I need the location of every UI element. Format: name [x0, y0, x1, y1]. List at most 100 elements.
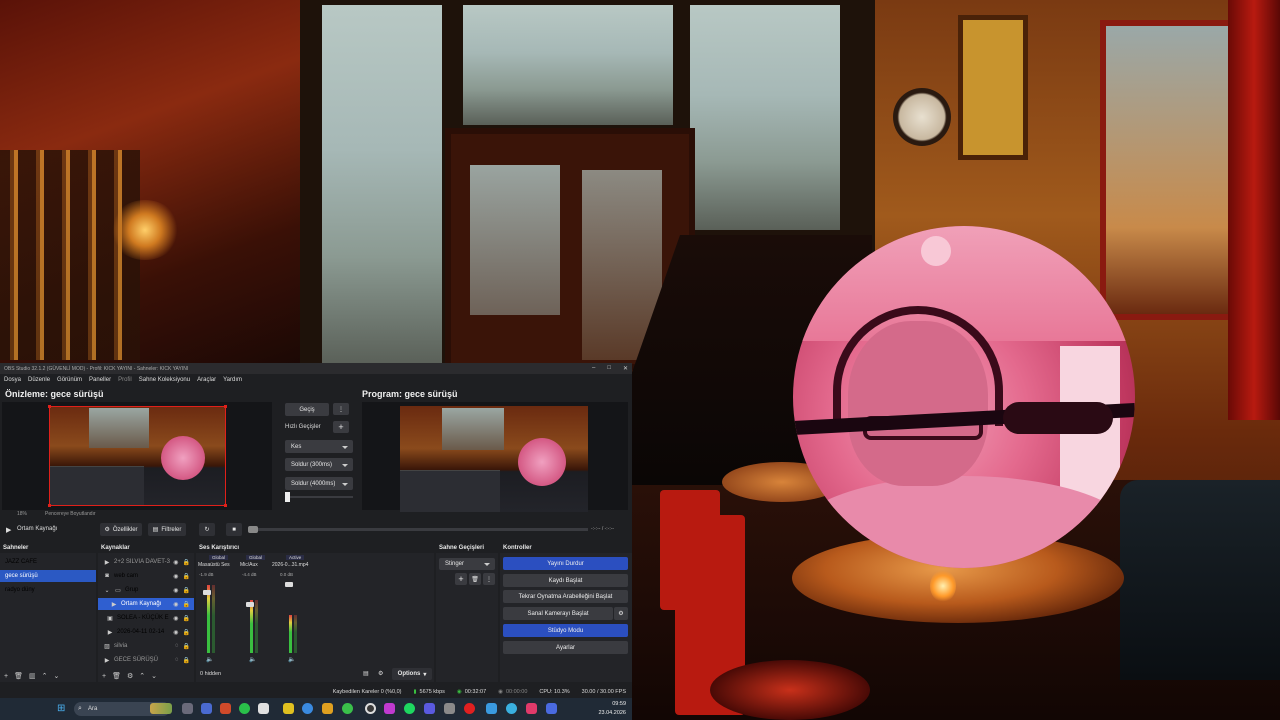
- down-icon[interactable]: ⌄: [53, 672, 59, 680]
- chevron-down-icon[interactable]: ⌄: [103, 587, 111, 594]
- properties-button[interactable]: ⚙ Özellikler: [100, 523, 142, 536]
- filter-icon[interactable]: ▥: [29, 672, 36, 680]
- menu-paneller[interactable]: Paneller: [89, 377, 111, 383]
- eye-closed-icon[interactable]: ◌: [175, 657, 179, 664]
- start-replay-buffer-button[interactable]: Tekrar Oynatma Arabelleğini Başlat: [503, 590, 628, 603]
- menu-profil[interactable]: Profil: [118, 377, 132, 383]
- eye-icon[interactable]: ◉: [173, 615, 178, 622]
- scene-item[interactable]: radyo düny: [0, 584, 96, 596]
- mixer-settings-icon[interactable]: ⚙: [378, 670, 383, 677]
- lock-icon[interactable]: 🔒: [183, 657, 190, 664]
- taskbar-clock[interactable]: 09:59 23.04.2026: [598, 700, 626, 718]
- maximize-icon[interactable]: □: [607, 365, 611, 372]
- menu-gorunum[interactable]: Görünüm: [57, 377, 82, 383]
- source-item[interactable]: ⌄ ▭ Grup ◉ 🔒: [98, 584, 194, 596]
- media-seek-bar[interactable]: [248, 528, 588, 531]
- volume-fader[interactable]: [203, 590, 211, 595]
- app-icon[interactable]: [424, 703, 435, 714]
- eye-icon[interactable]: ◉: [173, 629, 178, 636]
- app-icon[interactable]: [464, 703, 475, 714]
- start-recording-button[interactable]: Kaydı Başlat: [503, 574, 628, 587]
- volume-fader[interactable]: [285, 582, 293, 587]
- source-item[interactable]: ▨ silvia ◌ 🔒: [98, 640, 194, 652]
- up-icon[interactable]: ⌃: [42, 672, 48, 680]
- source-item[interactable]: ▣ SOLEA - KÜÇÜK E ◉ 🔒: [98, 612, 194, 624]
- spotify-icon[interactable]: [404, 703, 415, 714]
- transition-menu-icon[interactable]: ⋮: [483, 573, 495, 585]
- media-play-icon[interactable]: ▶: [6, 526, 11, 534]
- app-icon[interactable]: [220, 703, 231, 714]
- quick-transition-fade-300[interactable]: Soldur (300ms): [285, 458, 353, 471]
- obs-title-bar[interactable]: OBS Studio 32.1.2 (GÜVENLİ MOD) - Profil…: [0, 363, 632, 374]
- lock-icon[interactable]: 🔒: [183, 559, 190, 566]
- app-icon[interactable]: [302, 703, 313, 714]
- preview-hint[interactable]: Pencereye Boyutlandır: [45, 511, 96, 517]
- tbar-handle[interactable]: [285, 492, 290, 502]
- lock-icon[interactable]: 🔒: [183, 615, 190, 622]
- app-icon[interactable]: [322, 703, 333, 714]
- source-item-selected[interactable]: ▶ Ortam Kaynağı ◉ 🔒: [98, 598, 194, 610]
- start-virtual-camera-button[interactable]: Sanal Kamerayı Başlat: [503, 607, 613, 620]
- transition-select[interactable]: Stinger: [439, 558, 495, 570]
- file-explorer-icon[interactable]: [283, 703, 294, 714]
- menu-duzenle[interactable]: Düzenle: [28, 377, 50, 383]
- transition-menu-icon[interactable]: ⋮: [333, 403, 349, 415]
- settings-button[interactable]: Ayarlar: [503, 641, 628, 654]
- lock-icon[interactable]: 🔒: [183, 587, 190, 594]
- app-icon[interactable]: [506, 703, 517, 714]
- windows-start-icon[interactable]: ⊞: [57, 703, 65, 714]
- add-quick-transition-icon[interactable]: +: [333, 421, 349, 433]
- source-item[interactable]: ▶ 2+2 SILVIA DAVET-3 ◉ 🔒: [98, 556, 194, 568]
- mute-icon[interactable]: 🔈: [288, 656, 295, 663]
- down-icon[interactable]: ⌄: [151, 672, 157, 680]
- stop-streaming-button[interactable]: Yayını Durdur: [503, 557, 628, 570]
- chrome-icon[interactable]: [342, 703, 353, 714]
- volume-fader[interactable]: [246, 602, 254, 607]
- tbar-track[interactable]: [285, 496, 353, 498]
- eye-icon[interactable]: ◉: [173, 559, 178, 566]
- trash-icon[interactable]: 🗑: [14, 672, 23, 680]
- obs-icon[interactable]: [365, 703, 376, 714]
- gear-icon[interactable]: ⚙: [127, 672, 133, 680]
- task-view-icon[interactable]: [182, 703, 193, 714]
- lock-icon[interactable]: 🔒: [183, 629, 190, 636]
- media-seek-handle[interactable]: [248, 526, 258, 533]
- add-icon[interactable]: +: [102, 673, 106, 680]
- eye-icon[interactable]: ◉: [173, 601, 178, 608]
- mute-icon[interactable]: 🔈: [249, 656, 256, 663]
- stop-icon[interactable]: ■: [226, 523, 242, 536]
- options-button[interactable]: Options ▾: [392, 668, 432, 680]
- menu-sahne-koleksiyonu[interactable]: Sahne Koleksiyonu: [139, 377, 190, 383]
- app-icon[interactable]: [546, 703, 557, 714]
- remove-transition-icon[interactable]: 🗑: [469, 573, 481, 585]
- restart-icon[interactable]: ↻: [199, 523, 215, 536]
- mute-icon[interactable]: 🔈: [206, 656, 213, 663]
- app-icon[interactable]: [201, 703, 212, 714]
- channel-name[interactable]: Masaüstü Ses: [198, 562, 230, 568]
- widgets-icon[interactable]: [150, 703, 172, 714]
- quick-transition-fade-4000[interactable]: Soldur (4000ms): [285, 477, 353, 490]
- source-item[interactable]: ▶ GECE SÜRÜŞÜ ◌ 🔒: [98, 654, 194, 666]
- app-icon[interactable]: [526, 703, 537, 714]
- whatsapp-icon[interactable]: [239, 703, 250, 714]
- eye-icon[interactable]: ◉: [173, 573, 178, 580]
- add-transition-icon[interactable]: +: [455, 573, 467, 585]
- app-icon[interactable]: [486, 703, 497, 714]
- lock-icon[interactable]: 🔒: [183, 601, 190, 608]
- zoom-level[interactable]: 18%: [17, 511, 27, 517]
- close-icon[interactable]: ✕: [623, 365, 628, 372]
- eye-icon[interactable]: ◉: [173, 587, 178, 594]
- preview-selection-box[interactable]: [48, 405, 227, 507]
- menu-araclar[interactable]: Araçlar: [197, 377, 216, 383]
- lock-icon[interactable]: 🔒: [183, 573, 190, 580]
- quick-transition-cut[interactable]: Kes: [285, 440, 353, 453]
- studio-mode-button[interactable]: Stüdyo Modu: [503, 624, 628, 637]
- hidden-count[interactable]: 0 hidden: [200, 671, 221, 677]
- minimize-icon[interactable]: –: [592, 365, 595, 372]
- source-item[interactable]: ▶ 2026-04-11 02-14 ◉ 🔒: [98, 626, 194, 638]
- add-icon[interactable]: +: [4, 673, 8, 680]
- virtual-camera-settings-icon[interactable]: ⚙: [614, 607, 628, 620]
- source-item[interactable]: ◙ web cam ◉ 🔒: [98, 570, 194, 582]
- filters-button[interactable]: ▤ Filtreler: [148, 523, 186, 536]
- app-icon[interactable]: [384, 703, 395, 714]
